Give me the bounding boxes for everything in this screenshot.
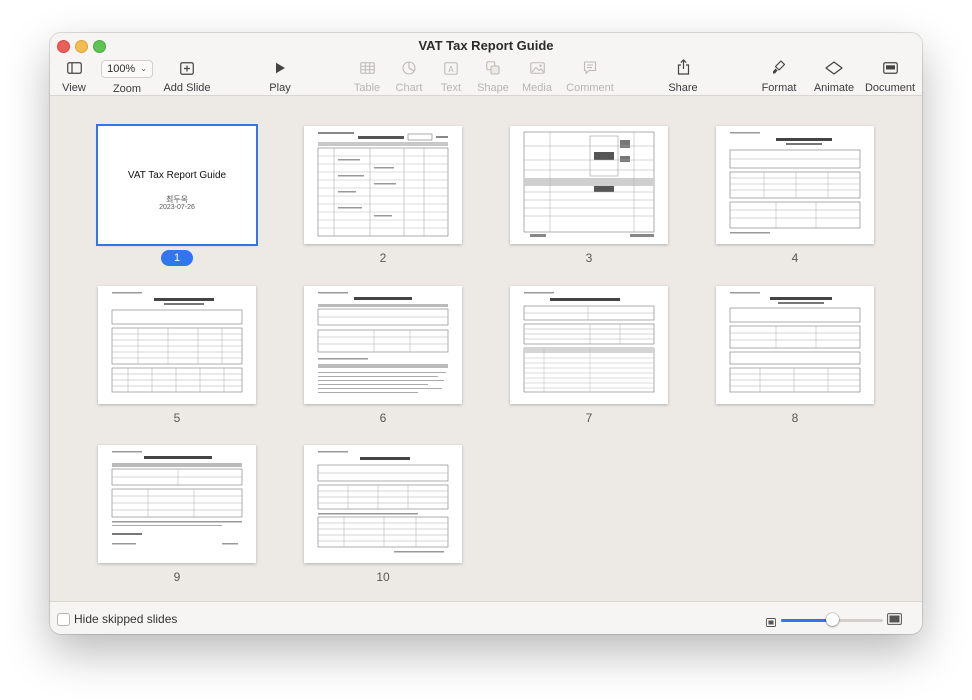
table-label: Table: [353, 82, 381, 94]
paintbrush-icon: [772, 59, 786, 76]
slide-thumbnail[interactable]: VAT Tax Report Guide 최두옥 2023-07-26: [96, 124, 258, 246]
document-form-preview: [729, 292, 861, 393]
slide-thumbnail[interactable]: [510, 126, 668, 244]
slide-grid: VAT Tax Report Guide 최두옥 2023-07-26 1 2: [50, 96, 922, 600]
animate-button[interactable]: Animate: [813, 60, 855, 94]
media-label: Media: [522, 82, 552, 94]
add-slide-icon: [180, 60, 194, 76]
shape-icon: [486, 60, 500, 76]
slide-number: 4: [791, 251, 799, 265]
slide-number: 10: [376, 570, 390, 584]
format-label: Format: [761, 82, 797, 94]
chart-label: Chart: [395, 82, 423, 94]
document-form-preview: [111, 292, 243, 393]
comment-icon: [583, 60, 597, 76]
document-label: Document: [864, 82, 916, 94]
document-form-preview: [317, 451, 449, 553]
chart-icon: [402, 60, 416, 76]
thumbnail-size-slider[interactable]: [781, 613, 883, 626]
document-form-preview: [111, 451, 243, 545]
zoom-label: Zoom: [112, 83, 142, 95]
hide-skipped-checkbox[interactable]: [57, 613, 70, 626]
slide-number: 7: [585, 411, 593, 425]
cover-title: VAT Tax Report Guide: [127, 170, 227, 181]
toolbar: VAT Tax Report Guide View 100% ⌄ Zoom Ad…: [50, 33, 922, 96]
slide-number: 8: [791, 411, 799, 425]
comment-label: Comment: [566, 82, 614, 94]
format-button[interactable]: Format: [759, 59, 799, 94]
diamond-icon: [825, 60, 843, 76]
chart-button[interactable]: Chart: [393, 60, 425, 94]
slide-thumbnail[interactable]: [716, 286, 874, 404]
play-label: Play: [269, 82, 291, 94]
large-thumbnail-icon[interactable]: [887, 612, 902, 630]
text-label: Text: [440, 82, 462, 94]
small-thumbnail-icon[interactable]: [766, 614, 776, 632]
zoom-select[interactable]: 100% ⌄: [101, 59, 153, 78]
window-title: VAT Tax Report Guide: [418, 38, 554, 53]
slide-number: 6: [379, 411, 387, 425]
svg-text:A: A: [448, 65, 454, 74]
document-icon: [882, 60, 898, 76]
share-button[interactable]: Share: [666, 58, 700, 94]
sidebar-icon: [66, 60, 82, 76]
document-form-preview: [317, 132, 449, 237]
add-slide-label: Add Slide: [163, 82, 211, 94]
view-label: View: [62, 82, 86, 94]
document-form-preview: [729, 132, 861, 234]
slide-number: 9: [173, 570, 181, 584]
slide-number-badge: 1: [161, 250, 193, 266]
view-button[interactable]: View: [61, 60, 87, 94]
slide-thumbnail[interactable]: [304, 445, 462, 563]
media-button[interactable]: Media: [520, 60, 554, 94]
document-button[interactable]: Document: [865, 60, 915, 94]
keynote-window: VAT Tax Report Guide View 100% ⌄ Zoom Ad…: [50, 33, 922, 634]
slide-number: 2: [379, 251, 387, 265]
shape-button[interactable]: Shape: [476, 60, 510, 94]
slide-thumbnail[interactable]: [98, 286, 256, 404]
share-icon: [677, 58, 690, 76]
chevron-down-icon: ⌄: [140, 64, 147, 73]
slide-thumbnail[interactable]: [304, 286, 462, 404]
play-button[interactable]: Play: [264, 60, 296, 94]
zoom-control[interactable]: 100% ⌄ Zoom: [100, 59, 154, 95]
bottom-bar: Hide skipped slides: [50, 601, 922, 634]
share-label: Share: [668, 82, 698, 94]
slide-thumbnail[interactable]: [98, 445, 256, 563]
slide-thumbnail[interactable]: [304, 126, 462, 244]
play-icon: [275, 60, 286, 76]
document-form-preview: [523, 131, 655, 237]
document-form-preview: [317, 292, 449, 393]
slide-thumbnail[interactable]: [716, 126, 874, 244]
slide-number: 3: [585, 251, 593, 265]
add-slide-button[interactable]: Add Slide: [162, 60, 212, 94]
slider-knob[interactable]: [826, 613, 839, 626]
hide-skipped-label[interactable]: Hide skipped slides: [74, 612, 177, 626]
cover-date: 2023-07-26: [159, 204, 195, 211]
slide-number: 5: [173, 411, 181, 425]
animate-label: Animate: [813, 82, 855, 94]
shape-label: Shape: [477, 82, 509, 94]
zoom-value: 100%: [107, 62, 136, 75]
table-icon: [359, 60, 375, 76]
document-form-preview: [523, 292, 655, 393]
text-box-icon: A: [444, 60, 458, 76]
slide-thumbnail[interactable]: [510, 286, 668, 404]
table-button[interactable]: Table: [352, 60, 382, 94]
media-icon: [529, 60, 545, 76]
text-button[interactable]: A Text: [437, 60, 465, 94]
comment-button[interactable]: Comment: [566, 60, 614, 94]
slider-fill: [781, 619, 832, 622]
